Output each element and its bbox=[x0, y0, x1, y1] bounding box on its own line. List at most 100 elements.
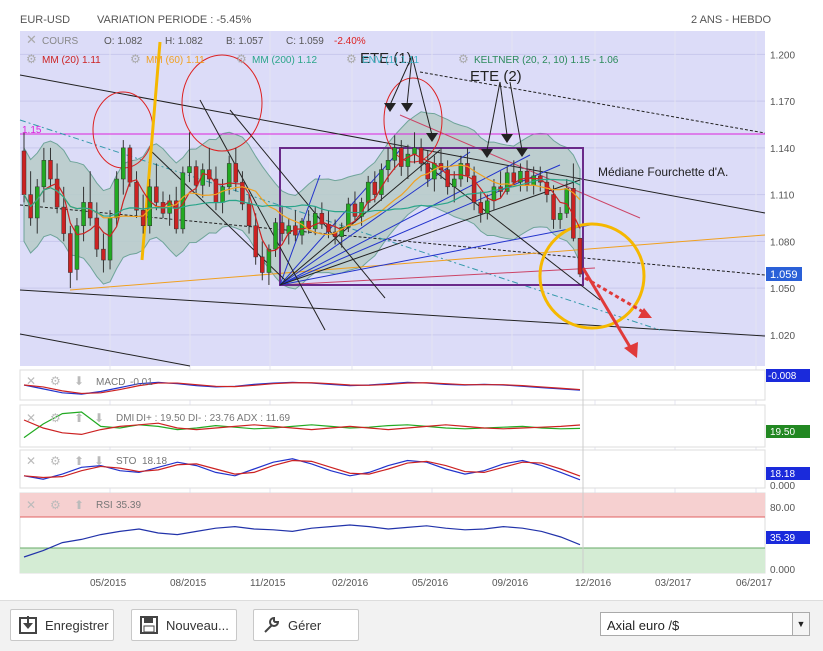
sto-label: STO bbox=[116, 456, 137, 467]
gear-icon[interactable]: ⚙ bbox=[130, 52, 141, 66]
candle-body bbox=[445, 169, 450, 188]
candle-body bbox=[485, 200, 490, 214]
close-icon[interactable]: ✕ bbox=[26, 411, 36, 425]
price-tick-label: 1.200 bbox=[770, 50, 795, 61]
gear-icon[interactable]: ⚙ bbox=[50, 374, 61, 388]
candle-body bbox=[557, 213, 563, 220]
time-tick-label: 02/2016 bbox=[332, 578, 369, 589]
manage-button[interactable]: Gérer bbox=[253, 609, 359, 641]
gear-icon[interactable]: ⚙ bbox=[50, 411, 61, 425]
sto-badge-value: 18.18 bbox=[770, 469, 795, 480]
candle-body bbox=[147, 186, 152, 227]
open-value: O: 1.082 bbox=[104, 36, 143, 47]
candle-body bbox=[365, 181, 371, 203]
chart-area[interactable]: ETE (1) ETE (2) Médiane Fourchette d'A. … bbox=[0, 0, 823, 600]
move-down-icon[interactable]: ⬇ bbox=[74, 374, 84, 388]
close-icon[interactable]: ✕ bbox=[26, 454, 36, 468]
env-label: ENV (1) 1.11 bbox=[362, 55, 419, 66]
mm20-label: MM (20) 1.11 bbox=[42, 55, 101, 66]
candle-body bbox=[478, 202, 483, 214]
wrench-icon bbox=[260, 614, 282, 636]
close-icon[interactable]: ✕ bbox=[26, 498, 36, 512]
candle-body bbox=[94, 217, 100, 250]
save-label: Enregistrer bbox=[45, 617, 109, 633]
candle-body bbox=[253, 225, 258, 258]
price-tick-label: 1.110 bbox=[770, 191, 795, 202]
chevron-down-icon[interactable]: ▼ bbox=[792, 613, 809, 635]
sto-value: 18.18 bbox=[142, 456, 167, 467]
move-up-icon[interactable]: ⬆ bbox=[74, 498, 84, 512]
new-button[interactable]: Nouveau... bbox=[131, 609, 237, 641]
candle-body bbox=[81, 202, 86, 227]
mm200-label: MM (200) 1.12 bbox=[252, 55, 317, 66]
candle-body bbox=[41, 160, 47, 188]
manage-label: Gérer bbox=[288, 617, 322, 633]
price-tick-label: 1.080 bbox=[770, 237, 795, 248]
price-tick-label: 1.050 bbox=[770, 284, 795, 295]
candle-body bbox=[352, 203, 358, 217]
keltner-label: KELTNER (20, 2, 10) 1.15 - 1.06 bbox=[474, 55, 619, 66]
last-price-value: 1.059 bbox=[770, 269, 798, 281]
time-tick-label: 11/2015 bbox=[250, 578, 286, 589]
candle-body bbox=[260, 256, 265, 273]
time-tick-label: 12/2016 bbox=[575, 578, 612, 589]
candle-body bbox=[313, 213, 318, 230]
candle-body bbox=[511, 172, 517, 183]
move-up-icon[interactable]: ⬆ bbox=[74, 454, 84, 468]
candle-body bbox=[491, 186, 497, 202]
close-icon[interactable]: ✕ bbox=[26, 374, 36, 388]
candle-body bbox=[140, 209, 146, 227]
candle-body bbox=[266, 248, 272, 273]
gear-icon[interactable]: ⚙ bbox=[26, 52, 37, 66]
price-tick-label: 1.020 bbox=[770, 331, 795, 342]
candle-body bbox=[273, 222, 278, 250]
candle-body bbox=[35, 186, 40, 219]
candle-body bbox=[551, 194, 556, 220]
candle-body bbox=[127, 147, 133, 183]
close-icon[interactable]: ✕ bbox=[26, 32, 37, 47]
time-tick-label: 06/2017 bbox=[736, 578, 773, 589]
candle-body bbox=[432, 163, 437, 180]
move-down-icon[interactable]: ⬇ bbox=[94, 411, 104, 425]
dmi-text: DI+ : 19.50 DI- : 23.76 ADX : 11.69 bbox=[136, 413, 291, 424]
gear-icon[interactable]: ⚙ bbox=[50, 498, 61, 512]
close-value: C: 1.059 bbox=[286, 36, 324, 47]
download-icon bbox=[17, 614, 39, 636]
candle-body bbox=[392, 147, 397, 161]
candle-body bbox=[279, 222, 285, 234]
candle-body bbox=[107, 217, 113, 261]
price-tick-label: 1.170 bbox=[770, 97, 795, 108]
move-down-icon[interactable]: ⬇ bbox=[94, 454, 104, 468]
rsi-label: RSI bbox=[96, 500, 113, 511]
candle-body bbox=[246, 203, 252, 227]
high-value: H: 1.082 bbox=[165, 36, 203, 47]
save-button[interactable]: Enregistrer bbox=[10, 609, 114, 641]
gear-icon[interactable]: ⚙ bbox=[236, 52, 247, 66]
dmi-label: DMI bbox=[116, 413, 134, 424]
sto-axis-label: 0.000 bbox=[770, 481, 795, 492]
low-value: B: 1.057 bbox=[226, 36, 264, 47]
time-tick-label: 03/2017 bbox=[655, 578, 692, 589]
candle-body bbox=[372, 181, 378, 195]
rsi-badge-value: 35.39 bbox=[770, 533, 795, 544]
cours-label: COURS bbox=[42, 36, 78, 47]
dmi-badge-value: 19.50 bbox=[770, 427, 795, 438]
candle-body bbox=[154, 186, 159, 203]
rsi-oversold-zone bbox=[20, 548, 765, 573]
candle-body bbox=[101, 248, 106, 261]
candle-body bbox=[21, 150, 27, 195]
candle-body bbox=[121, 147, 126, 180]
candle-body bbox=[399, 147, 404, 167]
candle-body bbox=[465, 163, 470, 177]
gear-icon[interactable]: ⚙ bbox=[346, 52, 357, 66]
analysis-select-value: Axial euro /$ bbox=[607, 618, 680, 633]
gear-icon[interactable]: ⚙ bbox=[50, 454, 61, 468]
candle-body bbox=[48, 160, 53, 180]
candle-body bbox=[187, 166, 192, 174]
rsi-value: 35.39 bbox=[116, 500, 141, 511]
analysis-select[interactable]: Axial euro /$ ▼ bbox=[600, 612, 810, 636]
time-tick-label: 05/2016 bbox=[412, 578, 449, 589]
candle-body bbox=[61, 206, 66, 234]
gear-icon[interactable]: ⚙ bbox=[458, 52, 469, 66]
move-up-icon[interactable]: ⬆ bbox=[74, 411, 84, 425]
